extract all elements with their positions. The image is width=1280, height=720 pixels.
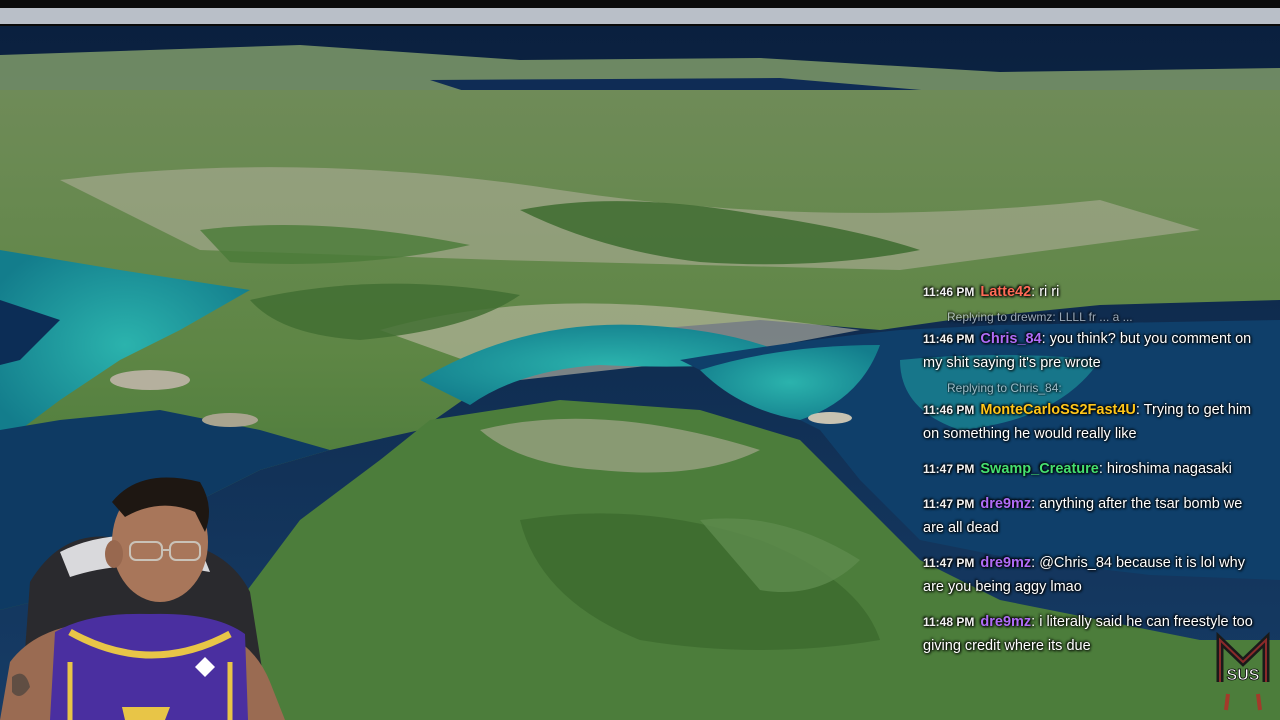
- chat-message: 11:47 PM dre9mz: anything after the tsar …: [918, 492, 1258, 540]
- chat-timestamp: 11:46 PM: [923, 332, 975, 346]
- monogram-logo-icon: SUS: [1216, 632, 1270, 711]
- chat-username[interactable]: Chris_84: [980, 331, 1041, 347]
- chat-username[interactable]: dre9mz: [980, 496, 1031, 512]
- chat-timestamp: 11:48 PM: [923, 615, 975, 629]
- chat-text: : ri ri: [1031, 284, 1060, 300]
- chat-message: Replying to drewmz: LLLL fr ... a ... 11…: [918, 309, 1258, 375]
- chat-overlay: 11:46 PM Latte42: ri ri Replying to drewm…: [918, 280, 1258, 669]
- chat-text: : hiroshima nagasaki: [1098, 461, 1232, 477]
- chat-message: 11:47 PM dre9mz: @Chris_84 because it is …: [918, 551, 1258, 599]
- reply-note: Replying to drewmz: LLLL fr ... a ...: [947, 310, 1133, 324]
- chat-message: 11:46 PM Latte42: ri ri: [918, 280, 1258, 304]
- chat-message: Replying to Chris_84: 11:46 PM MonteCarlo…: [918, 380, 1258, 446]
- top-letterbox-bar: [0, 0, 1280, 26]
- webcam-overlay: [0, 477, 285, 720]
- chat-timestamp: 11:47 PM: [923, 462, 975, 476]
- chat-username[interactable]: Latte42: [980, 284, 1031, 300]
- badge-text: SUS: [1227, 667, 1260, 684]
- chat-timestamp: 11:47 PM: [923, 556, 975, 570]
- chat-message: 11:47 PM Swamp_Creature: hiroshima nagasa…: [918, 457, 1258, 481]
- chat-username[interactable]: MonteCarloSS2Fast4U: [980, 402, 1136, 418]
- chat-timestamp: 11:46 PM: [923, 403, 975, 417]
- chat-username[interactable]: Swamp_Creature: [980, 461, 1098, 477]
- chat-username[interactable]: dre9mz: [980, 614, 1031, 630]
- chat-timestamp: 11:46 PM: [923, 285, 975, 299]
- stream-frame: 11:46 PM Latte42: ri ri Replying to drewm…: [0, 0, 1280, 720]
- reply-note: Replying to Chris_84:: [947, 381, 1062, 395]
- chat-message: 11:48 PM dre9mz: i literally said he can …: [918, 610, 1258, 658]
- chat-username[interactable]: dre9mz: [980, 555, 1031, 571]
- chat-timestamp: 11:47 PM: [923, 497, 975, 511]
